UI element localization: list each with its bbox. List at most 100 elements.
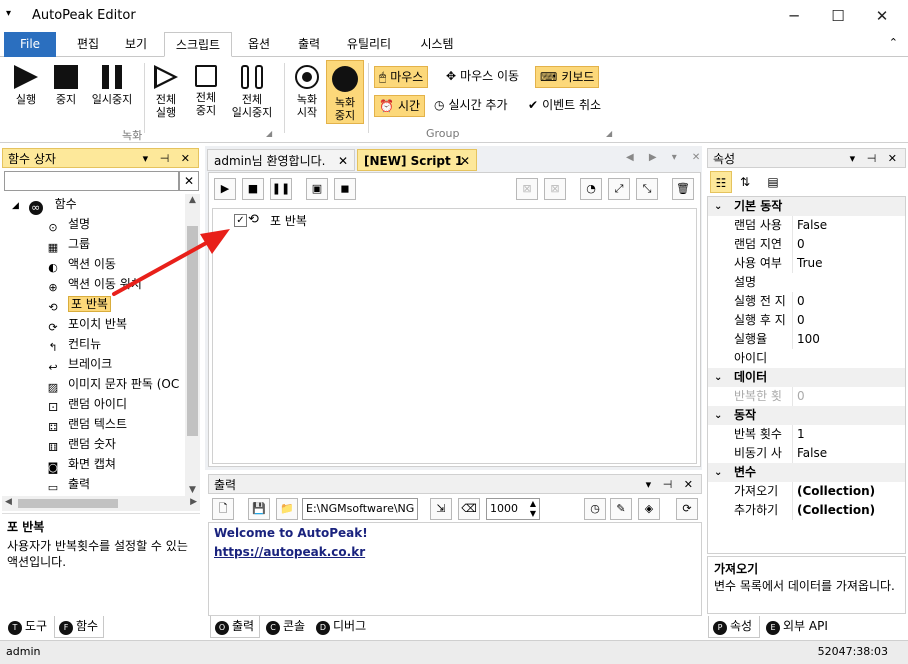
group-launcher-icon[interactable]: ◢ xyxy=(266,129,272,138)
script-pause-button[interactable]: ❚❚ xyxy=(270,178,292,200)
timer-button[interactable]: ◔ xyxy=(580,178,602,200)
tree-item[interactable]: ⚀ 랜덤 아이디 xyxy=(46,394,127,414)
property-row[interactable]: 랜덤 사용 False xyxy=(708,216,905,235)
property-row[interactable]: 실행 전 지 0 xyxy=(708,292,905,311)
panel-controls[interactable]: ▾ ⊣ ✕ xyxy=(646,475,697,495)
property-row[interactable]: 실행 후 지 0 xyxy=(708,311,905,330)
run-button[interactable]: 실행 xyxy=(8,65,44,106)
tree-item[interactable]: ◙ 화면 캡쳐 xyxy=(46,454,116,474)
tree-item[interactable]: ▨ 이미지 문자 판독 (OC xyxy=(46,374,179,394)
quick-access-icon[interactable]: ▾ xyxy=(6,8,11,19)
new-log-icon[interactable]: 🗋 xyxy=(212,498,234,520)
property-row[interactable]: 추가하기 (Collection) xyxy=(708,501,905,520)
tree-item[interactable]: ⚃ 랜덤 텍스트 xyxy=(46,414,127,434)
property-category[interactable]: ⌄ 데이터 xyxy=(708,368,905,387)
event-cancel-toggle[interactable]: ✔ 이벤트 취소 xyxy=(524,95,605,117)
minimize-button[interactable]: ─ xyxy=(772,4,816,28)
record-start-button[interactable]: 녹화 시작 xyxy=(290,65,324,119)
tree-vertical-scrollbar[interactable]: ▲ ▼ xyxy=(185,194,200,496)
mouse-move-toggle[interactable]: ✥ 마우스 이동 xyxy=(442,66,523,88)
tab-external-api[interactable]: E 외부 API xyxy=(762,616,832,638)
tab-options[interactable]: 옵션 xyxy=(236,32,282,57)
tab-script[interactable]: 스크립트 xyxy=(164,32,232,57)
disabled-tool-button[interactable]: ⊠ xyxy=(516,178,538,200)
property-value[interactable]: 0 xyxy=(792,387,904,406)
script-step-into-button[interactable]: ◼ xyxy=(334,178,356,200)
tree-item[interactable]: ▭ 출력 xyxy=(46,474,90,494)
tab-functions[interactable]: F 함수 xyxy=(54,616,104,638)
property-value[interactable]: 0 xyxy=(792,292,904,311)
collapse-category-icon[interactable]: ⌄ xyxy=(714,463,722,482)
tab-output[interactable]: 출력 xyxy=(286,32,332,57)
property-row[interactable]: 설명 xyxy=(708,273,905,292)
property-row[interactable]: 가져오기 (Collection) xyxy=(708,482,905,501)
keyboard-toggle[interactable]: ⌨ 키보드 xyxy=(535,66,600,88)
script-editor[interactable] xyxy=(212,208,697,464)
tree-item[interactable]: ▦ 그룹 xyxy=(46,234,90,254)
property-pages-icon[interactable]: ▤ xyxy=(762,171,784,193)
clock-icon[interactable]: ◷ xyxy=(584,498,606,520)
tree-item[interactable]: ◐ 액션 이동 xyxy=(46,254,116,274)
collapse-icon[interactable]: ⤡ xyxy=(636,178,658,200)
property-value[interactable]: 0 xyxy=(792,235,904,254)
tree-item[interactable]: ↩ 브레이크 xyxy=(46,354,112,374)
pause-all-button[interactable]: 전체 일시중지 xyxy=(226,65,278,119)
property-category[interactable]: ⌄ 변수 xyxy=(708,463,905,482)
collapse-category-icon[interactable]: ⌄ xyxy=(714,406,722,425)
group-launcher-icon-2[interactable]: ◢ xyxy=(606,129,612,138)
tree-item[interactable]: ⟳ 포이치 반복 xyxy=(46,314,127,334)
fill-icon[interactable]: ◈ xyxy=(638,498,660,520)
property-row[interactable]: 아이디 xyxy=(708,349,905,368)
website-link[interactable]: https://autopeak.co.kr xyxy=(214,545,365,559)
tab-welcome[interactable]: admin님 환영합니다. ✕ xyxy=(207,149,355,171)
expand-icon[interactable]: ◢ xyxy=(12,201,19,211)
tab-view[interactable]: 보기 xyxy=(114,32,158,57)
record-stop-button[interactable]: 녹화 중지 xyxy=(326,60,364,124)
tree-item-selected[interactable]: ⟲ 포 반복 xyxy=(46,294,111,314)
mouse-toggle[interactable]: 🖱 마우스 xyxy=(374,66,429,88)
tab-file[interactable]: File xyxy=(4,32,56,57)
sort-az-icon[interactable]: ⇅ xyxy=(734,171,756,193)
brush-icon[interactable]: ✎ xyxy=(610,498,632,520)
property-row[interactable]: 랜덤 지연 0 xyxy=(708,235,905,254)
auto-scroll-icon[interactable]: ⇲ xyxy=(430,498,452,520)
pause-button[interactable]: 일시중지 xyxy=(86,65,138,106)
property-value[interactable]: (Collection) xyxy=(792,482,904,501)
tree-item[interactable]: ⚅ 랜덤 숫자 xyxy=(46,434,116,454)
close-tab-icon[interactable]: ✕ xyxy=(338,150,348,172)
close-tab-icon[interactable]: ✕ xyxy=(460,150,470,172)
eraser-icon[interactable]: ⌫ xyxy=(458,498,480,520)
tree-root[interactable]: ◢ ∞ 함수 xyxy=(12,194,77,215)
tree-item[interactable]: ↰ 컨티뉴 xyxy=(46,334,101,354)
collapse-ribbon-icon[interactable]: ⌃ xyxy=(889,36,898,49)
stop-all-button[interactable]: 전체 중지 xyxy=(188,65,224,117)
script-run-button[interactable]: ▶ xyxy=(214,178,236,200)
property-row[interactable]: 반복 횟수 1 xyxy=(708,425,905,444)
tab-tools[interactable]: T 도구 xyxy=(4,616,52,638)
output-path-input[interactable]: E:\NGMsoftware\NG xyxy=(302,498,418,520)
line-limit-input[interactable]: 1000 ▲ ▼ xyxy=(486,498,540,520)
function-search-input[interactable] xyxy=(4,171,179,191)
property-value[interactable]: 0 xyxy=(792,311,904,330)
stop-button[interactable]: 중지 xyxy=(48,65,84,106)
property-row[interactable]: 반복한 횟 0 xyxy=(708,387,905,406)
collapse-category-icon[interactable]: ⌄ xyxy=(714,197,722,216)
close-button[interactable]: ✕ xyxy=(860,4,904,28)
tab-debug[interactable]: D 디버그 xyxy=(312,616,374,638)
collapse-category-icon[interactable]: ⌄ xyxy=(714,368,722,387)
save-icon[interactable]: 💾 xyxy=(248,498,270,520)
disabled-tool-button[interactable]: ⊠ xyxy=(544,178,566,200)
property-row[interactable]: 사용 여부 True xyxy=(708,254,905,273)
tab-output-log[interactable]: O 출력 xyxy=(210,616,260,638)
property-row[interactable]: 비동기 사 False xyxy=(708,444,905,463)
run-all-button[interactable]: 전체 실행 xyxy=(148,65,184,119)
property-value[interactable]: (Collection) xyxy=(792,501,904,520)
document-nav-controls[interactable]: ◀ ▶ ▾ ✕ xyxy=(626,152,706,163)
maximize-button[interactable]: ☐ xyxy=(816,4,860,28)
tab-system[interactable]: 시스템 xyxy=(408,32,466,57)
categorized-icon[interactable]: ☷ xyxy=(710,171,732,193)
delete-icon[interactable]: 🗑 xyxy=(672,178,694,200)
tab-edit[interactable]: 편집 xyxy=(64,32,112,57)
property-value[interactable]: 100 xyxy=(792,330,904,349)
panel-controls[interactable]: ▾ ⊣ ✕ xyxy=(850,149,901,169)
